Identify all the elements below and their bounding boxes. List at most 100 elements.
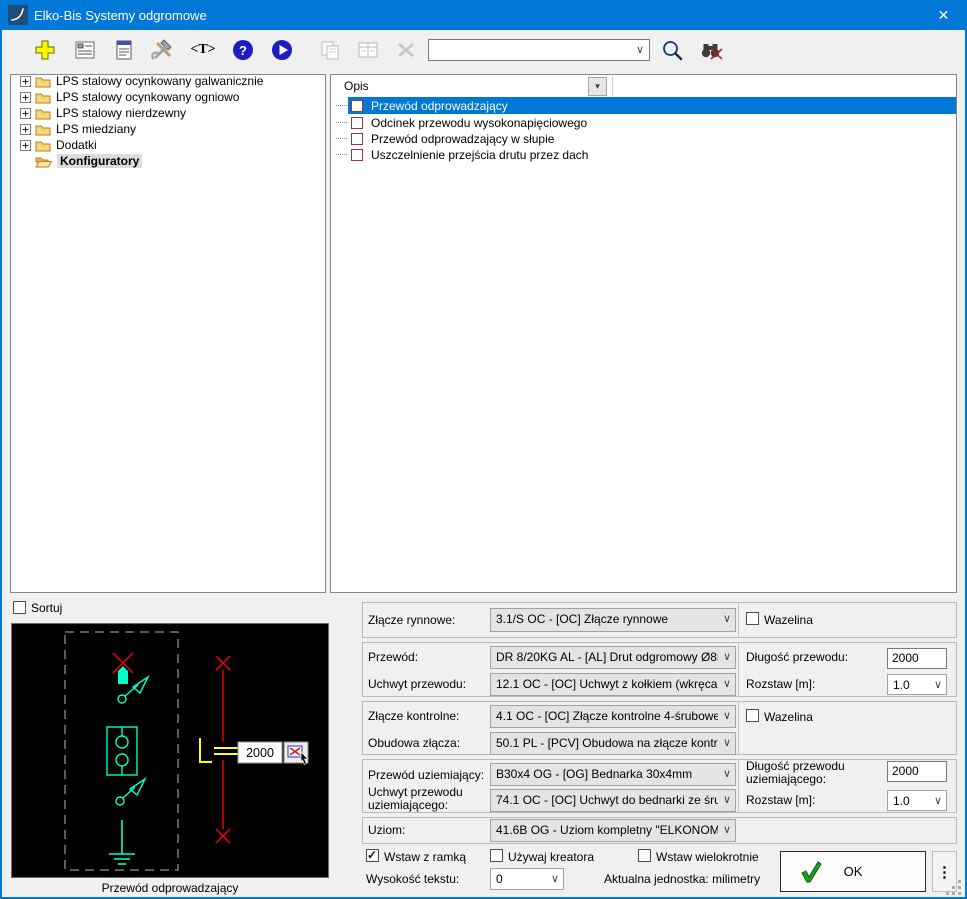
card-view-button[interactable] [72, 37, 98, 63]
resize-grip[interactable] [946, 880, 962, 895]
dimension-edit-button[interactable] [284, 742, 308, 765]
chevron-down-icon: ∨ [723, 612, 731, 625]
plus-icon [34, 39, 56, 61]
tree-item-konfiguratory[interactable]: Konfiguratory [35, 153, 142, 169]
zlacze-rynnowe-label: Złącze rynnowe: [368, 613, 455, 627]
tree-item-label: Konfiguratory [57, 154, 142, 168]
uchwyt-uziemiajacego-select[interactable]: 74.1 OC - [OC] Uchwyt do bednarki ze śru… [490, 789, 736, 812]
combo-value: 1.0 [893, 678, 929, 692]
run-button[interactable] [269, 37, 295, 63]
preview-canvas: 2000 [11, 623, 329, 878]
przewod-uziemiajacy-select[interactable]: B30x4 OG - [OG] Bednarka 30x4mm ∨ [490, 763, 736, 786]
expand-plus-icon[interactable] [20, 108, 31, 119]
wazelina-label-1: Wazelina [764, 613, 813, 627]
chevron-down-icon: ∨ [723, 709, 731, 722]
text-button[interactable]: <T> [190, 37, 216, 63]
copy-button[interactable] [317, 37, 343, 63]
przewod-select[interactable]: DR 8/20KG AL - [AL] Drut odgromowy Ø8mm … [490, 646, 736, 669]
zlacze-kontrolne-label: Złącze kontrolne: [368, 709, 459, 723]
group-divider [738, 759, 739, 813]
rozstaw-label-2: Rozstaw [m]: [746, 793, 815, 807]
uchwyt-uziemiajacego-label: Uchwyt przewodu uziemiającego: [368, 786, 486, 812]
wazelina-checkbox-2[interactable] [746, 709, 759, 722]
search-input[interactable] [431, 41, 633, 61]
delete-button[interactable] [393, 37, 419, 63]
list-item-uszczelnienie[interactable]: Uszczelnienie przejścia drutu przez dach [348, 146, 956, 163]
rozstaw-label-1: Rozstaw [m]: [746, 677, 815, 691]
current-unit-text: Aktualna jednostka: milimetry [604, 872, 760, 886]
search-combo[interactable]: ∨ [428, 39, 650, 61]
combo-value: B30x4 OG - [OG] Bednarka 30x4mm [496, 767, 718, 781]
expand-plus-icon[interactable] [20, 124, 31, 135]
expand-plus-icon[interactable] [20, 140, 31, 151]
chevron-down-icon: ∨ [551, 872, 559, 885]
dlugosc-przewodu-input[interactable]: 2000 [887, 648, 947, 669]
dimension-bracket [200, 738, 238, 762]
delete-x-icon [394, 38, 418, 62]
list-item-label: Przewód odprowadzający [371, 99, 508, 113]
list-item-przewod-w-slupie[interactable]: Przewód odprowadzający w słupie [348, 130, 956, 147]
list-item-przewod-odprowadzajacy[interactable]: Przewód odprowadzający [348, 97, 956, 114]
list-item-odcinek-przewodu[interactable]: Odcinek przewodu wysokonapięciowego [348, 114, 956, 131]
wysokosc-tekstu-label: Wysokość tekstu: [366, 872, 459, 886]
uzywaj-kreatora-checkbox[interactable] [490, 849, 503, 862]
dimension-value-box[interactable]: 2000 [238, 742, 282, 763]
obudowa-zlacza-label: Obudowa złącza: [368, 736, 460, 750]
copy-icon [318, 38, 342, 62]
title-bar: Elko-Bis Systemy odgromowe ✕ [0, 0, 967, 30]
wazelina-checkbox-1[interactable] [746, 612, 759, 625]
tree-item-lps-miedziany[interactable]: LPS miedziany [20, 121, 136, 137]
list-item-label: Przewód odprowadzający w słupie [371, 132, 554, 146]
expand-plus-icon[interactable] [20, 92, 31, 103]
chevron-down-icon: ∨ [723, 823, 731, 836]
sortuj-checkbox[interactable] [13, 601, 26, 614]
tree-item-lps-galwanicznie[interactable]: LPS stalowy ocynkowany galwanicznie [20, 73, 263, 89]
folder-icon [35, 91, 51, 104]
rozstaw-select-2[interactable]: 1.0 ∨ [887, 790, 947, 811]
magnifier-icon [660, 38, 684, 62]
svg-text:?: ? [239, 43, 247, 58]
dlugosc-uziemiajacego-input[interactable]: 2000 [887, 761, 947, 782]
help-button[interactable]: ? [230, 37, 256, 63]
chevron-down-icon: ∨ [723, 736, 731, 749]
uziom-select[interactable]: 41.6B OG - Uziom kompletny "ELKONOMIC" Ø… [490, 819, 736, 842]
list-item-label: Uszczelnienie przejścia drutu przez dach [371, 148, 588, 162]
ok-label: OK [844, 864, 863, 879]
combo-value: 1.0 [893, 794, 929, 808]
item-checkbox-icon[interactable] [351, 149, 363, 161]
chevron-down-icon: ∨ [723, 650, 731, 663]
chevron-down-icon: ∨ [934, 794, 942, 807]
chevron-down-icon[interactable]: ∨ [636, 43, 644, 56]
zlacze-rynnowe-select[interactable]: 3.1/S OC - [OC] Złącze rynnowe ∨ [490, 608, 736, 632]
rozstaw-select-1[interactable]: 1.0 ∨ [887, 674, 947, 695]
cad-preview-drawing: 2000 [12, 624, 328, 877]
combo-value: 41.6B OG - Uziom kompletny "ELKONOMIC" Ø [496, 823, 718, 837]
list-header-dropdown-button[interactable]: ▾ [588, 77, 607, 96]
tree-item-lps-nierdzewny[interactable]: LPS stalowy nierdzewny [20, 105, 186, 121]
wysokosc-tekstu-select[interactable]: 0 ∨ [490, 868, 564, 890]
wstaw-z-ramka-checkbox[interactable] [366, 849, 379, 862]
binoculars-x-icon [698, 38, 724, 62]
wstaw-wielokrotnie-checkbox[interactable] [638, 849, 651, 862]
description-button[interactable] [111, 37, 137, 63]
zlacze-kontrolne-select[interactable]: 4.1 OC - [OC] Złącze kontrolne 4-śrubowe… [490, 705, 736, 728]
item-checkbox-icon[interactable] [351, 133, 363, 145]
properties-button[interactable] [355, 37, 381, 63]
ok-button[interactable]: OK [780, 851, 926, 892]
tools-button[interactable] [150, 37, 176, 63]
play-icon [271, 39, 293, 61]
item-checkbox-icon[interactable] [351, 117, 363, 129]
close-button[interactable]: ✕ [920, 0, 967, 30]
obudowa-zlacza-select[interactable]: 50.1 PL - [PCV] Obudowa na złącze kontro… [490, 732, 736, 755]
przewod-label: Przewód: [368, 650, 418, 664]
uchwyt-przewodu-select[interactable]: 12.1 OC - [OC] Uchwyt z kołkiem (wkręcan… [490, 673, 736, 696]
item-checkbox-icon[interactable] [351, 100, 363, 112]
input-value: 2000 [892, 651, 919, 665]
expand-plus-icon[interactable] [20, 76, 31, 87]
search-button[interactable] [659, 37, 685, 63]
find-cancel-button[interactable] [698, 37, 724, 63]
tree-item-lps-ogniowo[interactable]: LPS stalowy ocynkowany ogniowo [20, 89, 239, 105]
tree-item-dodatki[interactable]: Dodatki [20, 137, 97, 153]
add-button[interactable] [32, 37, 58, 63]
tree-item-label: Dodatki [56, 138, 97, 152]
